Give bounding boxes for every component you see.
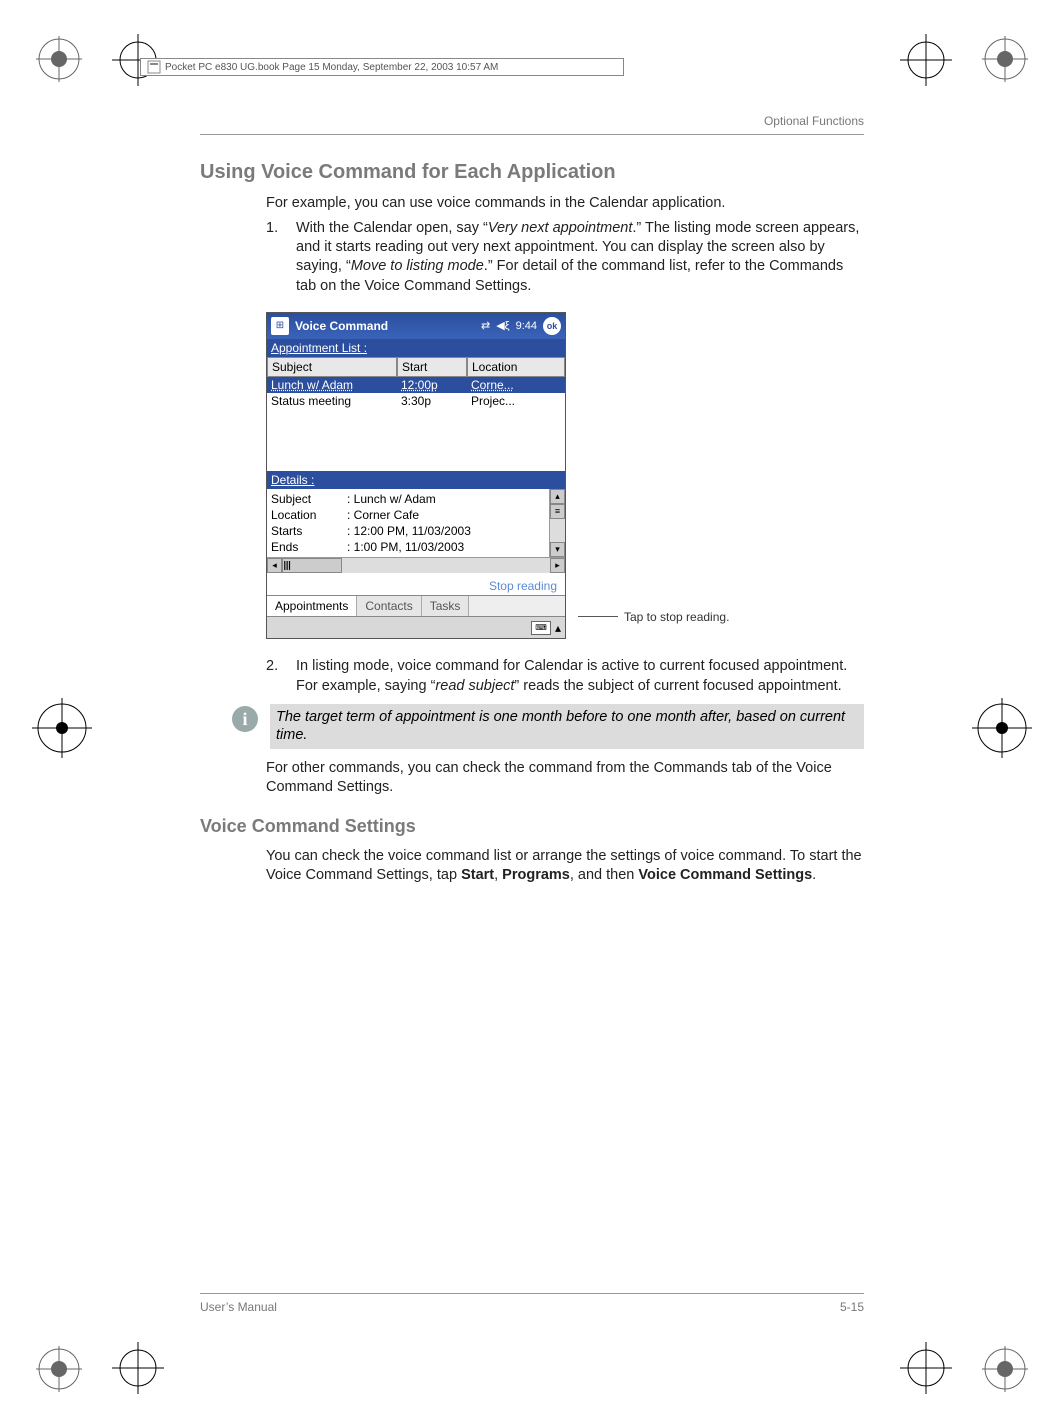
details-scrollbar-vertical[interactable]: ▴ ≡ ▾ [549, 489, 565, 558]
page-footer: User’s Manual 5-15 [200, 1293, 864, 1314]
step-2-number: 2. [266, 657, 284, 695]
crop-mark-bl [36, 1346, 82, 1392]
stop-reading-link[interactable]: Stop reading [489, 579, 557, 593]
tab-appointments[interactable]: Appointments [267, 596, 357, 616]
col-location[interactable]: Location [467, 357, 565, 377]
grid-row[interactable]: Status meeting 3:30p Projec... [267, 393, 565, 409]
svg-text:i: i [242, 709, 247, 729]
details-box: Subject Location Starts Ends : Lunch w/ … [267, 489, 549, 558]
details-label: Details : [267, 471, 565, 489]
scroll-thumb[interactable]: ≡ [550, 504, 565, 519]
scroll-thumb-h[interactable]: Ⅲ [282, 558, 342, 573]
intro-text: For example, you can use voice commands … [266, 194, 864, 213]
bind-mark-right [972, 698, 1032, 758]
details-scrollbar-horizontal[interactable]: ◂ Ⅲ ▸ [267, 557, 565, 573]
device-title: Voice Command [295, 319, 475, 333]
tab-bar: Appointments Contacts Tasks [267, 595, 565, 616]
clock-text: 9:44 [516, 320, 537, 332]
keyboard-icon[interactable]: ⌨ [531, 621, 551, 635]
scroll-left-icon[interactable]: ◂ [267, 558, 282, 573]
device-titlebar: ⊞ Voice Command ⇄ ◀ξ 9:44 ok [267, 313, 565, 339]
appointment-list-label: Appointment List : [267, 339, 565, 357]
note-text: The target term of appointment is one mo… [270, 704, 864, 750]
framemaker-text: Pocket PC e830 UG.book Page 15 Monday, S… [165, 62, 498, 73]
pocket-pc-screenshot: ⊞ Voice Command ⇄ ◀ξ 9:44 ok Appointment… [266, 312, 566, 640]
framemaker-header: Pocket PC e830 UG.book Page 15 Monday, S… [140, 58, 624, 76]
step-2-text: In listing mode, voice command for Calen… [296, 657, 864, 695]
connectivity-icon: ⇄ [481, 319, 490, 332]
col-start[interactable]: Start [397, 357, 467, 377]
scroll-up-icon[interactable]: ▴ [550, 489, 565, 504]
crop-mark-tr [982, 36, 1028, 82]
heading-using-voice-command: Using Voice Command for Each Application [200, 161, 864, 184]
after-note-text: For other commands, you can check the co… [266, 759, 864, 797]
tab-contacts[interactable]: Contacts [357, 596, 421, 616]
grid-empty-area [267, 409, 565, 471]
grid-row-selected[interactable]: Lunch w/ Adam 12:00p Corne... [267, 377, 565, 393]
scroll-down-icon[interactable]: ▾ [550, 542, 565, 557]
running-header: Optional Functions [200, 114, 864, 135]
heading-voice-command-settings: Voice Command Settings [200, 816, 864, 837]
note-block: i The target term of appointment is one … [230, 704, 864, 750]
step-1-number: 1. [266, 219, 284, 296]
step-1-text: With the Calendar open, say “Very next a… [296, 219, 864, 296]
tab-tasks[interactable]: Tasks [422, 596, 470, 616]
step-1: 1. With the Calendar open, say “Very nex… [266, 219, 864, 296]
titlebar-status-icons: ⇄ ◀ξ 9:44 ok [481, 317, 561, 335]
vcs-text: You can check the voice command list or … [266, 847, 864, 885]
col-subject[interactable]: Subject [267, 357, 397, 377]
scroll-right-icon[interactable]: ▸ [550, 558, 565, 573]
start-flag-icon[interactable]: ⊞ [271, 317, 289, 335]
info-icon: i [230, 704, 260, 734]
step-2: 2. In listing mode, voice command for Ca… [266, 657, 864, 695]
crop-mark-tl [36, 36, 82, 82]
footer-left: User’s Manual [200, 1300, 277, 1314]
sip-bar: ⌨ ▴ [267, 616, 565, 638]
crop-mark-br [982, 1346, 1028, 1392]
speaker-icon: ◀ξ [496, 319, 509, 332]
ok-button[interactable]: ok [543, 317, 561, 335]
callout-stop-reading: Tap to stop reading. [578, 610, 729, 624]
sip-up-icon[interactable]: ▴ [555, 621, 561, 635]
grid-header: Subject Start Location [267, 357, 565, 377]
bind-mark-left [32, 698, 92, 758]
footer-right: 5-15 [840, 1300, 864, 1314]
